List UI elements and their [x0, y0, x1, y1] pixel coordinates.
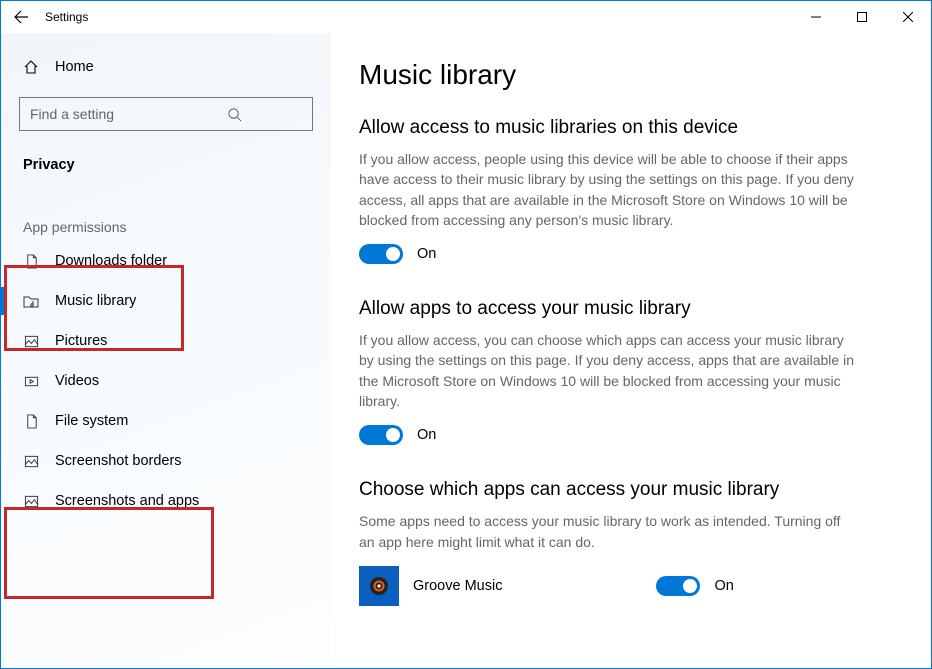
section2-title: Allow apps to access your music library	[359, 298, 895, 320]
picture-icon	[23, 333, 39, 349]
app-toggle-wrap: On	[656, 576, 733, 596]
arrow-left-icon	[13, 9, 29, 25]
window-controls	[793, 2, 931, 32]
sidebar-item-label: Screenshots and apps	[55, 493, 199, 509]
settings-window: Settings Home Find a setting	[0, 0, 932, 669]
picture-icon	[23, 493, 39, 509]
category-label: Privacy	[1, 137, 331, 175]
sidebar-item-music-library[interactable]: Music library	[1, 281, 331, 321]
toggle-label: On	[417, 427, 436, 443]
app-name: Groove Music	[413, 578, 502, 594]
window-title: Settings	[45, 10, 88, 24]
section1-desc: If you allow access, people using this d…	[359, 149, 859, 230]
sidebar-item-screenshot-borders[interactable]: Screenshot borders	[1, 441, 331, 481]
app-row: Groove Music On	[359, 566, 895, 606]
section3-title: Choose which apps can access your music …	[359, 479, 895, 501]
sidebar-item-downloads-folder[interactable]: Downloads folder	[1, 241, 331, 281]
toggle-apps-access[interactable]	[359, 425, 403, 445]
sidebar: Home Find a setting Privacy App permissi…	[1, 33, 331, 668]
close-button[interactable]	[885, 2, 931, 32]
sidebar-item-label: Downloads folder	[55, 253, 167, 269]
section1-toggle-row: On	[359, 244, 895, 264]
close-icon	[903, 12, 913, 22]
toggle-device-access[interactable]	[359, 244, 403, 264]
minimize-icon	[811, 12, 821, 22]
toggle-groove-music[interactable]	[656, 576, 700, 596]
main-content: Music library Allow access to music libr…	[331, 33, 931, 668]
back-button[interactable]	[7, 3, 35, 31]
home-icon	[23, 59, 39, 75]
sidebar-item-label: Music library	[55, 293, 136, 309]
section1-title: Allow access to music libraries on this …	[359, 117, 895, 139]
maximize-button[interactable]	[839, 2, 885, 32]
sidebar-item-label: Screenshot borders	[55, 453, 182, 469]
video-icon	[23, 373, 39, 389]
section3-desc: Some apps need to access your music libr…	[359, 511, 859, 552]
sidebar-item-label: Pictures	[55, 333, 107, 349]
minimize-button[interactable]	[793, 2, 839, 32]
home-nav[interactable]: Home	[1, 51, 331, 83]
titlebar: Settings	[1, 1, 931, 33]
maximize-icon	[857, 12, 867, 22]
music-folder-icon	[23, 293, 39, 309]
section2-desc: If you allow access, you can choose whic…	[359, 330, 859, 411]
toggle-label: On	[417, 246, 436, 262]
toggle-label: On	[714, 578, 733, 594]
body: Home Find a setting Privacy App permissi…	[1, 33, 931, 668]
home-label: Home	[55, 59, 94, 75]
document-icon	[23, 253, 39, 269]
sidebar-item-label: File system	[55, 413, 128, 429]
search-input[interactable]: Find a setting	[19, 97, 313, 131]
search-placeholder: Find a setting	[30, 106, 166, 122]
page-title: Music library	[359, 59, 895, 91]
document-icon	[23, 413, 39, 429]
sidebar-item-screenshots-and-apps[interactable]: Screenshots and apps	[1, 481, 331, 521]
picture-icon	[23, 453, 39, 469]
sidebar-item-file-system[interactable]: File system	[1, 401, 331, 441]
sidebar-item-pictures[interactable]: Pictures	[1, 321, 331, 361]
sidebar-item-label: Videos	[55, 373, 99, 389]
search-icon	[166, 106, 302, 122]
sidebar-item-videos[interactable]: Videos	[1, 361, 331, 401]
section2-toggle-row: On	[359, 425, 895, 445]
groove-music-icon	[359, 566, 399, 606]
section-header: App permissions	[1, 175, 331, 241]
